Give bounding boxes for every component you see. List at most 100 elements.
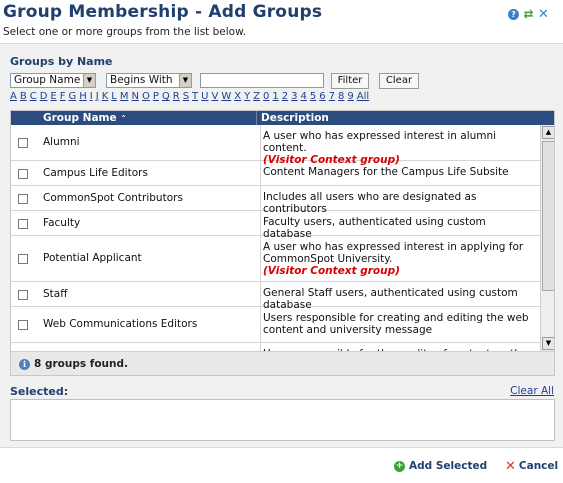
info-icon: i bbox=[19, 359, 30, 370]
alpha-link[interactable]: 5 bbox=[310, 91, 316, 102]
group-name: CommonSpot Contributors bbox=[43, 192, 183, 204]
field-select-value: Group Name bbox=[14, 74, 81, 86]
alpha-link[interactable]: J bbox=[96, 91, 99, 102]
row-checkbox[interactable] bbox=[18, 169, 28, 179]
cancel-button[interactable]: ✕ Cancel bbox=[505, 458, 558, 474]
alpha-link[interactable]: G bbox=[69, 91, 77, 102]
table-row[interactable]: Potential Applicant A user who has expres… bbox=[11, 236, 540, 282]
match-select-value: Begins With bbox=[110, 74, 173, 86]
add-icon: + bbox=[394, 460, 405, 472]
field-select[interactable]: Group Name ▼ bbox=[10, 73, 96, 88]
alpha-link[interactable]: U bbox=[201, 91, 208, 102]
group-description: General Staff users, authenticated using… bbox=[260, 282, 540, 311]
description-text: Users responsible for creating and editi… bbox=[263, 312, 529, 336]
alpha-link[interactable]: I bbox=[90, 91, 93, 102]
row-checkbox[interactable] bbox=[18, 219, 28, 229]
row-checkbox[interactable] bbox=[18, 194, 28, 204]
close-icon[interactable]: ✕ bbox=[538, 8, 549, 21]
group-name: Campus Life Editors bbox=[43, 167, 148, 179]
alpha-link[interactable]: H bbox=[79, 91, 87, 102]
alpha-link[interactable]: M bbox=[120, 91, 129, 102]
alpha-link[interactable]: C bbox=[30, 91, 37, 102]
group-description: Content Managers for the Campus Life Sub… bbox=[260, 161, 540, 186]
alpha-link[interactable]: X bbox=[234, 91, 241, 102]
alpha-link[interactable]: T bbox=[192, 91, 198, 102]
header-icons: ? ⇄ ✕ bbox=[508, 8, 549, 21]
dialog-body: Groups by Name Group Name ▼ Begins With … bbox=[0, 43, 563, 448]
scroll-thumb[interactable] bbox=[542, 141, 554, 291]
table-row[interactable]: Users responsible for the quality of con… bbox=[11, 343, 540, 351]
alpha-link[interactable]: 8 bbox=[338, 91, 344, 102]
group-description: A user who has expressed interest in app… bbox=[260, 236, 540, 282]
table-row[interactable]: Faculty Faculty users, authenticated usin… bbox=[11, 211, 540, 240]
table-row[interactable]: Web Communications Editors Users responsi… bbox=[11, 307, 540, 343]
table-row[interactable]: Staff General Staff users, authenticated … bbox=[11, 282, 540, 311]
alpha-link[interactable]: S bbox=[183, 91, 189, 102]
group-name: Staff bbox=[43, 288, 68, 300]
scroll-up-icon[interactable]: ▲ bbox=[542, 126, 554, 139]
row-checkbox[interactable] bbox=[18, 290, 28, 300]
alphabet-links: A B C D E F G H I J K L M N O P Q R S T U V W X Y Z 0 1 2 3 4 5 6 7 8 9 All bbox=[10, 91, 369, 102]
clear-all-link[interactable]: Clear All bbox=[510, 385, 554, 397]
scroll-down-icon[interactable]: ▼ bbox=[542, 337, 554, 350]
alpha-link[interactable]: Q bbox=[162, 91, 170, 102]
group-description: Includes all users who are designated as… bbox=[260, 186, 540, 215]
alpha-link[interactable]: All bbox=[357, 91, 369, 102]
results-status: i 8 groups found. bbox=[11, 351, 554, 375]
alpha-link[interactable]: F bbox=[60, 91, 66, 102]
match-select[interactable]: Begins With ▼ bbox=[106, 73, 192, 88]
add-selected-button[interactable]: + Add Selected bbox=[394, 460, 487, 472]
alpha-link[interactable]: D bbox=[40, 91, 48, 102]
dialog-header: Group Membership - Add Groups Select one… bbox=[0, 0, 563, 43]
alpha-link[interactable]: O bbox=[142, 91, 150, 102]
group-description: Faculty users, authenticated using custo… bbox=[260, 211, 540, 240]
add-selected-label: Add Selected bbox=[409, 460, 488, 472]
alpha-link[interactable]: E bbox=[50, 91, 56, 102]
alpha-link[interactable]: Z bbox=[253, 91, 260, 102]
alpha-link[interactable]: N bbox=[131, 91, 138, 102]
alpha-link[interactable]: B bbox=[20, 91, 27, 102]
row-checkbox[interactable] bbox=[18, 254, 28, 264]
alpha-link[interactable]: 0 bbox=[263, 91, 269, 102]
description-text: A user who has expressed interest in alu… bbox=[263, 130, 497, 154]
selected-list[interactable] bbox=[10, 399, 555, 441]
column-header-name[interactable]: Group Name ⌃ bbox=[43, 111, 127, 126]
groups-by-name-label: Groups by Name bbox=[10, 55, 113, 68]
alpha-link[interactable]: W bbox=[221, 91, 231, 102]
group-description: A user who has expressed interest in alu… bbox=[260, 125, 540, 166]
cancel-icon: ✕ bbox=[505, 458, 516, 474]
alpha-link[interactable]: 3 bbox=[291, 91, 297, 102]
table-header: Group Name ⌃ Description bbox=[11, 111, 554, 126]
alpha-link[interactable]: 1 bbox=[272, 91, 278, 102]
table-row[interactable]: Alumni A user who has expressed interest … bbox=[11, 125, 540, 166]
column-header-name-label: Group Name bbox=[43, 112, 117, 124]
alpha-link[interactable]: 6 bbox=[319, 91, 325, 102]
alpha-link[interactable]: 9 bbox=[347, 91, 353, 102]
help-icon[interactable]: ? bbox=[508, 9, 519, 20]
table-scrollbar[interactable]: ▲ ▼ bbox=[540, 125, 554, 351]
alpha-link[interactable]: A bbox=[10, 91, 17, 102]
description-text: Content Managers for the Campus Life Sub… bbox=[263, 166, 509, 178]
alpha-link[interactable]: 7 bbox=[329, 91, 335, 102]
alpha-link[interactable]: L bbox=[111, 91, 117, 102]
filter-button[interactable]: Filter bbox=[331, 73, 369, 89]
alpha-link[interactable]: P bbox=[153, 91, 159, 102]
table-row[interactable]: Campus Life Editors Content Managers for … bbox=[11, 161, 540, 186]
alpha-link[interactable]: Y bbox=[244, 91, 250, 102]
sort-asc-icon: ⌃ bbox=[120, 114, 127, 123]
alpha-link[interactable]: R bbox=[173, 91, 180, 102]
row-checkbox[interactable] bbox=[18, 138, 28, 148]
group-description: Users responsible for creating and editi… bbox=[260, 307, 540, 343]
table-row[interactable]: CommonSpot Contributors Includes all user… bbox=[11, 186, 540, 215]
alpha-link[interactable]: 4 bbox=[301, 91, 307, 102]
clear-button[interactable]: Clear bbox=[379, 73, 419, 89]
table-body: Alumni A user who has expressed interest … bbox=[11, 125, 540, 351]
alpha-link[interactable]: K bbox=[102, 91, 109, 102]
column-header-description: Description bbox=[256, 111, 329, 125]
row-checkbox[interactable] bbox=[18, 320, 28, 330]
alpha-link[interactable]: V bbox=[211, 91, 218, 102]
refresh-icon[interactable]: ⇄ bbox=[523, 8, 534, 20]
search-input[interactable] bbox=[200, 73, 324, 88]
alpha-link[interactable]: 2 bbox=[282, 91, 288, 102]
dialog-footer: + Add Selected ✕ Cancel bbox=[0, 448, 563, 483]
